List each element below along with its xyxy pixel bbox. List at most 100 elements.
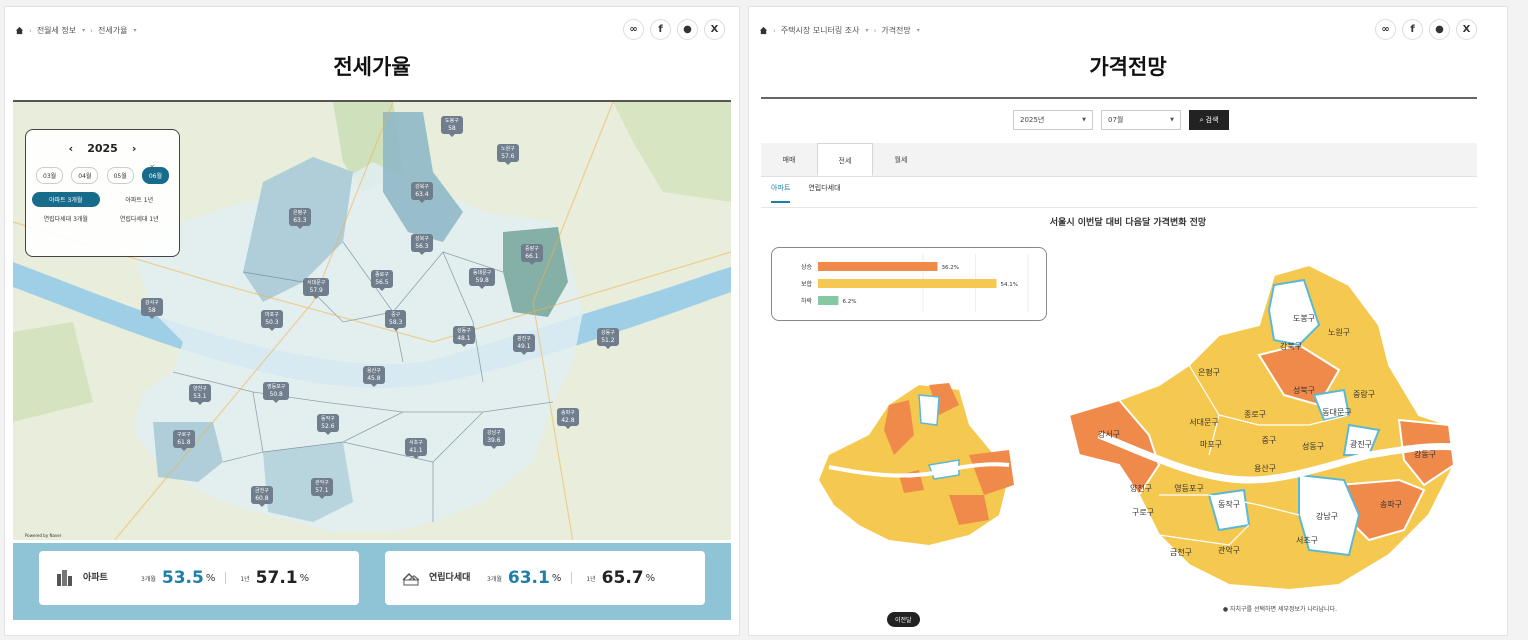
district-pin[interactable]: 중구 58.3: [385, 310, 407, 332]
subtab-apartment[interactable]: 아파트: [771, 183, 791, 203]
tab-jeonse[interactable]: 전세: [817, 143, 873, 176]
district-pin[interactable]: 동작구 52.6: [317, 414, 339, 436]
breadcrumb-item[interactable]: 전월세 정보: [37, 25, 76, 36]
bar-category-label: 보합: [801, 280, 813, 288]
district-pin[interactable]: 종로구 56.5: [371, 270, 393, 292]
year-select[interactable]: 2025년 ▼: [1013, 110, 1093, 130]
chevron-down-icon[interactable]: ▾: [866, 27, 869, 34]
district-pin[interactable]: 송파구 42.8: [557, 408, 579, 430]
talk-icon[interactable]: ●: [677, 19, 698, 40]
seoul-forecast-map[interactable]: 도봉구 노원구 강북구 은평구 성북구 중랑구 서대문구 종로구 동대문구 강서…: [1059, 265, 1459, 595]
district-pin[interactable]: 서초구 41.1: [405, 438, 427, 460]
month-chip[interactable]: 03월: [36, 167, 64, 184]
chevron-down-icon: ▼: [1170, 117, 1174, 123]
prev-month-button[interactable]: 이전달: [887, 612, 920, 627]
district-pin[interactable]: 구로구 61.8: [173, 430, 195, 452]
tab-sale[interactable]: 매매: [761, 143, 817, 176]
district-pin[interactable]: 은평구 63.3: [289, 208, 311, 230]
month-chip[interactable]: 05월: [106, 167, 134, 184]
district-label: 중구: [1262, 436, 1277, 445]
type-chip-selected[interactable]: 아파트 3개월: [32, 192, 100, 207]
home-icon[interactable]: [759, 26, 768, 35]
home-icon[interactable]: [15, 26, 24, 35]
month-chip[interactable]: 04월: [71, 167, 99, 184]
collapse-icon[interactable]: ×: [149, 163, 155, 171]
x-icon[interactable]: X: [1456, 19, 1477, 40]
district-pin[interactable]: 중랑구 66.1: [521, 244, 543, 266]
type-chip[interactable]: 연립다세대 3개월: [32, 211, 100, 226]
type-chip[interactable]: 아파트 1년: [106, 192, 174, 207]
district-label: 서초구: [1296, 536, 1318, 545]
right-panel: › 주택시장 모니터링 조사 ▾ › 가격전망 ▾ ∞ f ● X 가격전망 2…: [748, 6, 1508, 636]
district-label: 중랑구: [1353, 389, 1375, 399]
search-button[interactable]: ⌕ 검색: [1189, 110, 1229, 130]
district-label: 동작구: [1218, 499, 1240, 509]
subtab-divider: [761, 207, 1477, 208]
bar: [818, 279, 997, 288]
tab-monthly-rent[interactable]: 월세: [873, 143, 929, 176]
link-icon[interactable]: ∞: [1375, 19, 1396, 40]
district-pin[interactable]: 관악구 57.1: [311, 478, 333, 500]
district-label: 도봉구: [1293, 314, 1315, 323]
district-pin[interactable]: 서대문구 57.9: [303, 278, 330, 300]
district-label: 강동구: [1414, 449, 1436, 459]
district-label: 강남구: [1316, 511, 1338, 521]
apartment-icon: [57, 570, 72, 586]
district-label: 서대문구: [1189, 418, 1218, 427]
chevron-down-icon[interactable]: ▾: [133, 27, 136, 34]
district-pin[interactable]: 마포구 50.3: [261, 310, 283, 332]
district-pin[interactable]: 동대문구 59.8: [469, 268, 496, 290]
tab-bar: 매매 전세 월세: [761, 143, 1477, 177]
x-icon[interactable]: X: [704, 19, 725, 40]
facebook-icon[interactable]: f: [1402, 19, 1423, 40]
district-pin[interactable]: 노원구 57.6: [497, 144, 519, 166]
month-chip-selected[interactable]: 06월: [141, 167, 169, 184]
district-pin[interactable]: 강동구 51.2: [597, 328, 619, 350]
district-pin[interactable]: 강서구 58: [141, 298, 163, 320]
district-pin[interactable]: 용산구 45.8: [363, 366, 385, 388]
type-chip[interactable]: 연립다세대 1년: [106, 211, 174, 226]
breadcrumb-item[interactable]: 전세가율: [98, 25, 127, 36]
district-pin[interactable]: 금천구 60.8: [251, 486, 273, 508]
chevron-down-icon[interactable]: ▾: [917, 27, 920, 34]
district-pin[interactable]: 도봉구 58: [441, 116, 463, 138]
type-chips: 아파트 3개월 아파트 1년 연립다세대 3개월 연립다세대 1년: [32, 192, 173, 226]
district-label: 광진구: [1350, 439, 1372, 449]
unit-label: %: [205, 572, 216, 584]
chevron-down-icon[interactable]: ▾: [82, 27, 85, 34]
facebook-icon[interactable]: f: [650, 19, 671, 40]
month-select[interactable]: 07월 ▼: [1101, 110, 1181, 130]
district-label: 은평구: [1198, 367, 1220, 377]
district-label: 강서구: [1098, 429, 1120, 439]
district-label: 강북구: [1280, 341, 1302, 351]
subtab-villa[interactable]: 연립다세대: [808, 183, 840, 203]
bar: [818, 262, 938, 271]
talk-icon[interactable]: ●: [1429, 19, 1450, 40]
breadcrumb-item[interactable]: 주택시장 모니터링 조사: [781, 25, 860, 36]
value-3m: 63.1: [507, 568, 550, 588]
bar-category-label: 하락: [801, 297, 813, 305]
bar-chart-svg: 상승 36.2% 보합 54.1% 하락 6.2%: [801, 254, 1029, 312]
district-pin[interactable]: 영등포구 50.8: [263, 382, 290, 404]
breadcrumb-item[interactable]: 가격전망: [881, 25, 910, 36]
district-pin[interactable]: 양천구 53.1: [189, 384, 211, 406]
bar-value-label: 6.2%: [842, 299, 856, 305]
map-credit: Powered by Naver: [25, 533, 62, 538]
chevron-left-icon[interactable]: ‹: [69, 142, 74, 155]
link-icon[interactable]: ∞: [623, 19, 644, 40]
chart-title: 서울시 이번달 대비 다음달 가격변화 전망: [1049, 218, 1207, 228]
period-label: 3개월: [487, 575, 502, 583]
district-pin[interactable]: 광진구 49.1: [513, 334, 535, 356]
page-title: 전세가율: [333, 55, 411, 79]
district-pin[interactable]: 성북구 56.3: [411, 234, 433, 256]
subtab-bar: 아파트 연립다세대: [771, 183, 841, 203]
mini-seoul-map[interactable]: [809, 375, 1019, 555]
chevron-right-icon[interactable]: ›: [132, 142, 137, 155]
bar-value-label: 54.1%: [1001, 282, 1018, 288]
breadcrumb: › 주택시장 모니터링 조사 ▾ › 가격전망 ▾: [759, 25, 920, 36]
district-pin[interactable]: 성동구 48.1: [453, 326, 475, 348]
district-pin[interactable]: 강북구 63.4: [411, 182, 433, 204]
district-label: 양천구: [1130, 483, 1152, 493]
district-pin[interactable]: 강남구 39.6: [483, 428, 505, 450]
value-1y: 65.7: [601, 568, 644, 588]
